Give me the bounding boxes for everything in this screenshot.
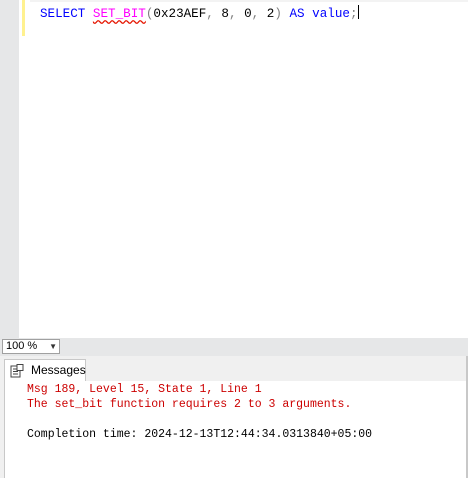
tab-messages-label: Messages (31, 363, 86, 377)
zoom-value: 100 % (6, 340, 38, 352)
comma-2: , (228, 7, 237, 21)
function-name: SET_BIT (92, 7, 146, 21)
editor-top-edge (30, 0, 468, 2)
semicolon: ; (349, 7, 358, 21)
query-editor[interactable]: SELECT SET_BIT(0x23AEF, 8, 0, 2) AS valu… (0, 0, 468, 338)
argument-3: 0 (244, 7, 252, 21)
keyword-as: AS (289, 7, 305, 21)
completion-time: Completion time: 2024-12-13T12:44:34.031… (27, 428, 373, 441)
error-message-text: The set_bit function requires 2 to 3 arg… (27, 398, 352, 411)
argument-1: 0x23AEF (153, 7, 207, 21)
editor-left-margin (0, 0, 19, 338)
argument-2: 8 (221, 7, 229, 21)
tab-messages[interactable]: Messages (4, 359, 86, 381)
error-message-header: Msg 189, Level 15, State 1, Line 1 (27, 383, 262, 396)
change-tracking-bar (22, 0, 25, 36)
messages-output[interactable]: Msg 189, Level 15, State 1, Line 1 The s… (4, 381, 466, 478)
zoom-dropdown[interactable]: 100 % ▼ (2, 339, 60, 354)
close-paren: ) (274, 7, 282, 21)
results-pane: Messages Msg 189, Level 15, State 1, Lin… (0, 356, 468, 478)
messages-icon (10, 364, 24, 378)
editor-status-strip: 100 % ▼ (0, 338, 468, 356)
text-caret (357, 5, 359, 19)
chevron-down-icon[interactable]: ▼ (49, 341, 57, 353)
keyword-select: SELECT (40, 7, 86, 21)
query-line[interactable]: SELECT SET_BIT(0x23AEF, 8, 0, 2) AS valu… (40, 5, 359, 22)
column-alias: value (312, 7, 350, 21)
comma-1: , (206, 7, 214, 21)
comma-3: , (251, 7, 260, 21)
